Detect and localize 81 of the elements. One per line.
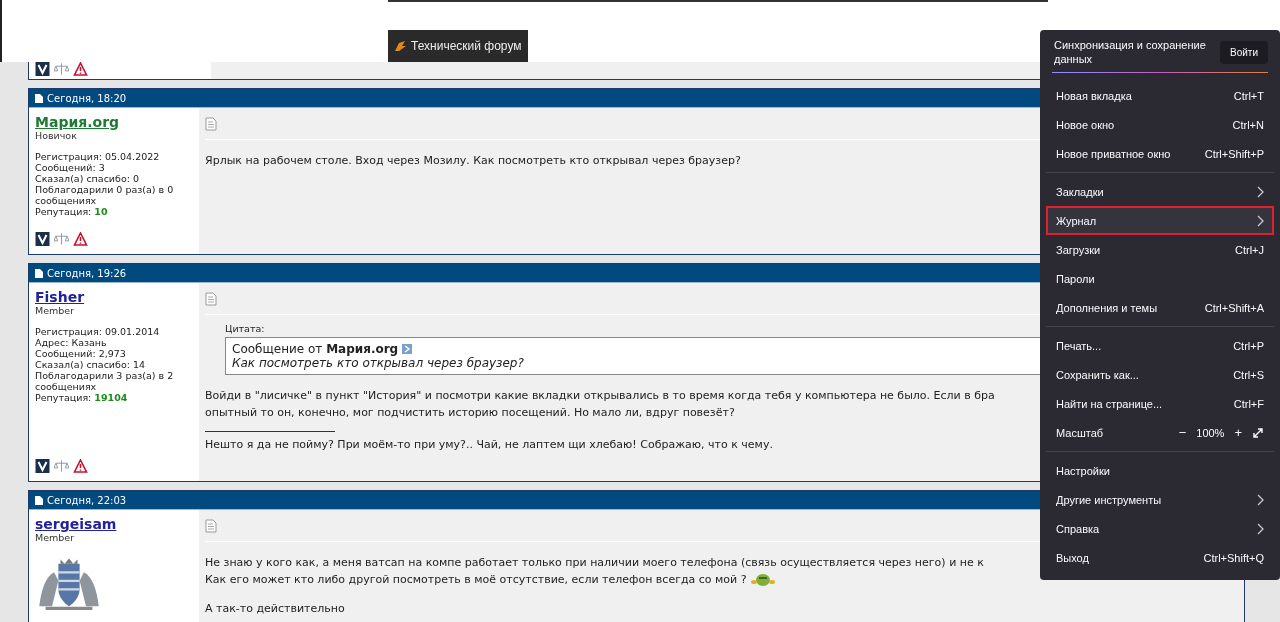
menu-item[interactable]: Другие инструменты (1046, 485, 1274, 514)
go-to-post-icon[interactable] (402, 344, 413, 354)
zoom-out-button[interactable]: − (1176, 425, 1189, 440)
menu-item[interactable]: Настройки (1046, 456, 1274, 485)
user-stat: Сообщений: 3 (35, 162, 106, 173)
warning-icon[interactable] (73, 62, 88, 76)
menu-item[interactable]: Загрузки Ctrl+J (1046, 235, 1274, 264)
document-icon (35, 93, 43, 103)
post-icon (205, 292, 217, 306)
user-rank: Member (35, 305, 76, 316)
shortcut-text: Ctrl+Shift+P (1204, 147, 1264, 160)
sign-in-button[interactable]: Войти (1220, 40, 1268, 64)
menu-item[interactable]: Печать... Ctrl+P (1046, 331, 1274, 360)
fullscreen-icon[interactable] (1252, 426, 1264, 439)
user-stat: Сказал(а) спасибо: 14 (35, 359, 147, 370)
quote-author: Сообщение от Мария.org (232, 342, 399, 356)
user-stat: Сказал(а) спасибо: 0 (35, 173, 140, 184)
chevron-right-icon (1256, 493, 1264, 506)
user-reputation: Репутация: 19104 (35, 392, 129, 403)
message-text: опытный то он, конечно, мог подчистить историю посещений. Но мало ли, вдруг повезёт? (205, 405, 735, 421)
warning-icon[interactable] (73, 232, 88, 246)
shortcut-text: Ctrl+P (1233, 339, 1264, 352)
v-icon[interactable] (35, 62, 50, 76)
shortcut-text: Ctrl+F (1233, 397, 1264, 410)
chevron-right-icon (1256, 214, 1264, 227)
warning-icon[interactable] (73, 459, 88, 473)
shortcut-text: Ctrl+T (1233, 89, 1264, 102)
document-icon (35, 268, 43, 278)
post-icon (205, 117, 217, 131)
author-link[interactable]: sergeisam (35, 516, 193, 532)
menu-item[interactable]: Новая вкладка Ctrl+T (1046, 81, 1274, 110)
user-stat: Регистрация: 05.04.2022 (35, 151, 161, 162)
sync-text: Синхронизация и сохранение данных (1054, 38, 1207, 66)
menu-item[interactable]: Справка (1046, 514, 1274, 543)
signature-text: Нешто я да не пойму? При моём-то при уму?.. Чай, не лаптем щи хлебаю! Сображаю, что к чему. (205, 438, 774, 451)
menu-item[interactable]: Новое приватное окно Ctrl+Shift+P (1046, 139, 1274, 168)
menu-item[interactable]: Дополнения и темы Ctrl+Shift+A (1046, 293, 1274, 322)
tab-title: Технический форум (411, 39, 522, 53)
zoom-in-button[interactable]: + (1232, 425, 1244, 440)
user-rank: Member (35, 532, 76, 543)
quote-label: Цитата: (225, 323, 266, 334)
v-icon[interactable] (35, 232, 50, 246)
message-text: Ярлык на рабочем столе. Вход через Мозилу. Как посмотреть кто открывал через браузер? (205, 153, 741, 169)
post-date: Сегодня, 22:03 (47, 494, 127, 506)
post-icon (205, 519, 217, 533)
post-date: Сегодня, 18:20 (47, 92, 127, 104)
document-icon (35, 495, 43, 505)
quote-text: Как посмотреть кто открывал через браузер? (232, 356, 525, 370)
menu-item[interactable]: Журнал (1046, 206, 1274, 235)
menu-item[interactable]: Масштаб − 100% + (1046, 418, 1274, 447)
shortcut-text: Ctrl+N (1232, 118, 1264, 131)
shortcut-text: Ctrl+Shift+Q (1203, 551, 1264, 564)
user-stat: Поблагодарили 0 раз(а) в 0 сообщениях (35, 184, 175, 206)
author-link[interactable]: Мария.org (35, 114, 193, 130)
menu-item[interactable]: Найти на странице... Ctrl+F (1046, 389, 1274, 418)
user-stat: Поблагодарили 3 раз(а) в 2 сообщениях (35, 370, 175, 392)
shortcut-text: Ctrl+S (1233, 368, 1264, 381)
shortcut-text: Ctrl+J (1234, 243, 1264, 256)
message-text: Войди в "лисичке" в пункт "История" и посмотри какие вкладки открывались в то время когда тебя у компьютера не было. Если в бра (205, 388, 995, 404)
user-stat: Регистрация: 09.01.2014 (35, 326, 161, 337)
user-stat: Сообщений: 2,973 (35, 348, 127, 359)
message-text: Как его может кто либо другой посмотреть в моё отсутствие, если телефон всегда со мой ? (205, 572, 747, 588)
smiley-icon (750, 572, 775, 587)
message-text: А так-то действительно (205, 601, 345, 617)
chevron-right-icon (1256, 522, 1264, 535)
shortcut-text: Ctrl+Shift+A (1204, 301, 1264, 314)
zoom-value: 100% (1196, 426, 1225, 439)
menu-item[interactable]: Сохранить как... Ctrl+S (1046, 360, 1274, 389)
v-icon[interactable] (35, 459, 50, 473)
author-link[interactable]: Fisher (35, 289, 193, 305)
menu-item[interactable]: Закладки (1046, 177, 1274, 206)
message-text: Не знаю у кого как, а меня ватсап на компе работает только при наличии моего телефона (связь осуществляется через него) и не к (205, 555, 984, 571)
menu-item[interactable]: Новое окно Ctrl+N (1046, 110, 1274, 139)
post-date: Сегодня, 19:26 (47, 267, 127, 279)
menu-item[interactable]: Пароли (1046, 264, 1274, 293)
user-rank: Новичок (35, 130, 78, 141)
menu-item[interactable]: Выход Ctrl+Shift+Q (1046, 543, 1274, 572)
chevron-right-icon (1256, 185, 1264, 198)
user-reputation: Репутация: 10 (35, 206, 109, 217)
user-stat: Адрес: Казань (35, 337, 108, 348)
forum-tab[interactable]: Технический форум (388, 30, 528, 62)
